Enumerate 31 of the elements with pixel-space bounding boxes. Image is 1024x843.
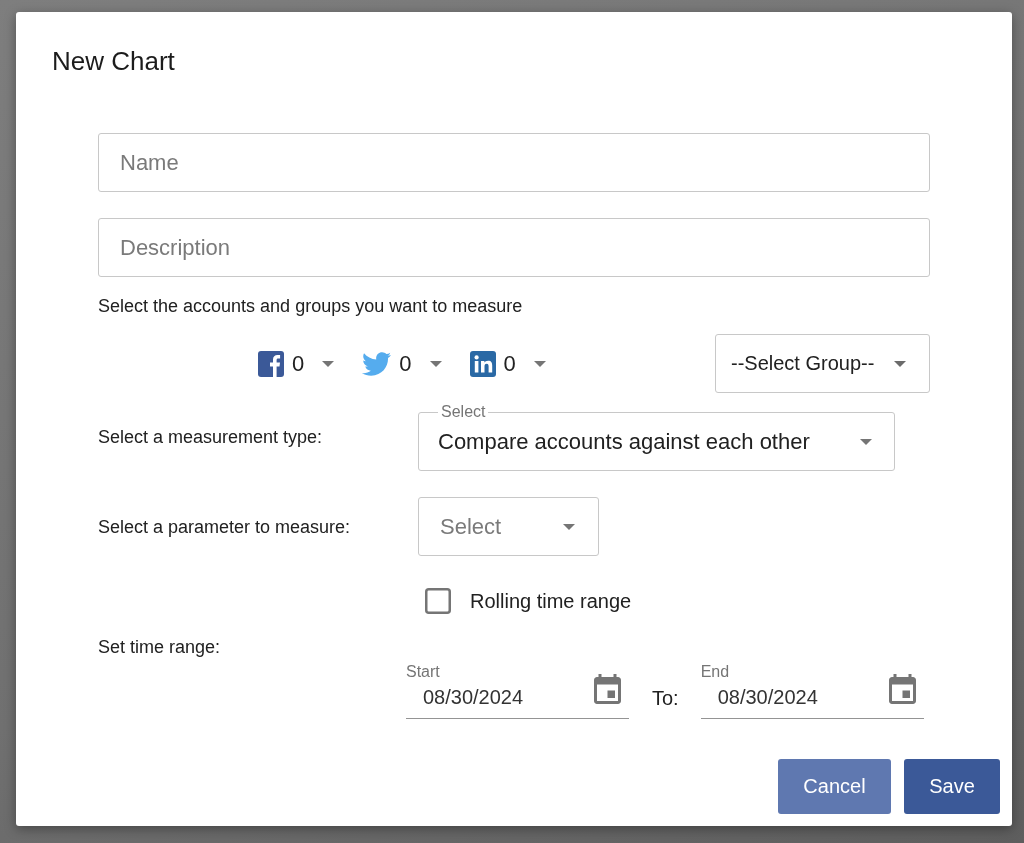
bird-logo-icon: [362, 351, 392, 376]
date-field[interactable]: End 08/30/2024: [700, 663, 924, 719]
measurement-label: Select a measurement type:: [98, 426, 324, 448]
linkedin-logo-icon: [469, 350, 496, 377]
caret-icon[interactable]: [429, 360, 442, 367]
date-field[interactable]: Start 08/30/2024: [406, 663, 629, 719]
time-range-label: Set time range:: [98, 636, 222, 658]
measurement-select[interactable]: Select Compare accounts against each other: [418, 403, 895, 471]
cancel-button[interactable]: Cancel: [778, 759, 891, 814]
text-input[interactable]: Name: [98, 133, 930, 192]
checkbox[interactable]: [425, 588, 451, 614]
text-input[interactable]: Description: [98, 218, 930, 277]
checkbox-label: Rolling time range: [470, 589, 632, 613]
calendar-icon[interactable]: [594, 674, 621, 704]
account-count: 0: [399, 350, 412, 377]
dialog-title: New Chart: [52, 46, 175, 76]
caret-icon: [563, 523, 575, 530]
caret-icon: [894, 360, 906, 367]
range-separator: To:: [652, 686, 679, 711]
parameter-label: Select a parameter to measure:: [98, 515, 352, 538]
caret-icon[interactable]: [533, 360, 546, 367]
accounts-prompt: Select the accounts and groups you want to measure: [98, 295, 523, 317]
save-button[interactable]: Save: [904, 759, 1000, 814]
caret-icon[interactable]: [322, 360, 335, 367]
account-count: 0: [503, 350, 516, 377]
caret-icon: [860, 439, 872, 445]
group-select[interactable]: --Select Group--: [715, 334, 930, 393]
parameter-select[interactable]: Select: [418, 497, 599, 556]
account-count: 0: [292, 350, 305, 377]
calendar-icon[interactable]: [888, 674, 916, 704]
facebook-logo-icon: [258, 350, 284, 377]
